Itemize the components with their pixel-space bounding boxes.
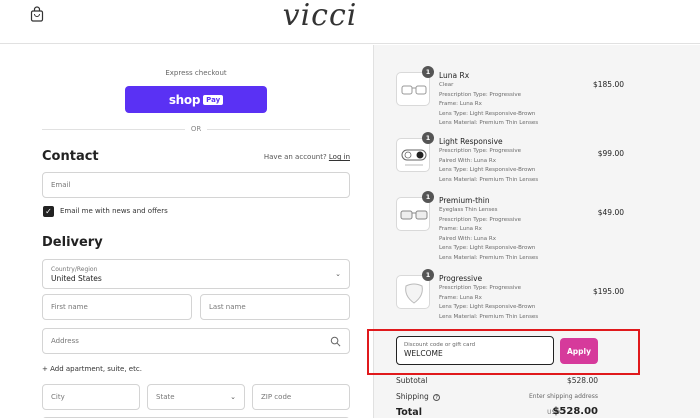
glasses-icon xyxy=(401,85,427,95)
subtotal-value: $528.00 xyxy=(566,376,598,385)
item-price: $49.00 xyxy=(597,208,624,217)
newsletter-checkbox[interactable]: ✓ xyxy=(43,206,54,217)
glasses-icon xyxy=(400,210,428,220)
discount-code-input[interactable]: Discount code or gift card WELCOME xyxy=(396,336,554,365)
express-checkout-label: Express checkout xyxy=(165,69,227,77)
delivery-title: Delivery xyxy=(42,235,103,250)
header: vicci xyxy=(0,0,700,44)
light-responsive-icon xyxy=(401,149,427,166)
contact-title: Contact xyxy=(42,149,99,164)
shop-pay-wordmark: shop xyxy=(168,92,201,107)
quantity-badge: 1 xyxy=(422,191,434,203)
item-option: Lens Type: Light Responsive-Brown xyxy=(439,110,536,117)
zip-placeholder: ZIP code xyxy=(261,393,292,401)
shop-pay-badge: Pay xyxy=(203,94,224,105)
newsletter-label: Email me with news and offers xyxy=(60,207,168,215)
login-link[interactable]: Log in xyxy=(329,153,350,161)
zip-field[interactable]: ZIP code xyxy=(252,384,350,410)
apply-button[interactable]: Apply xyxy=(560,338,598,364)
first-name-field[interactable]: First name xyxy=(42,294,192,320)
item-price: $99.00 xyxy=(597,149,624,158)
checkout-form: Express checkout shop Pay OR Contact Hav… xyxy=(0,45,373,418)
item-option: Lens Material: Premium Thin Lenses xyxy=(439,176,539,183)
shop-pay-button[interactable]: shop Pay xyxy=(125,86,267,113)
discount-value: WELCOME xyxy=(404,349,443,358)
city-placeholder: City xyxy=(51,393,65,401)
email-field[interactable]: Email xyxy=(42,172,350,198)
item-option: Frame: Luna Rx xyxy=(439,226,482,232)
info-icon[interactable]: ? xyxy=(433,393,441,401)
item-details: Light Responsive Prescription Type: Prog… xyxy=(439,136,599,185)
lens-icon xyxy=(405,283,423,304)
item-option: Lens Type: Light Responsive-Brown xyxy=(439,304,536,310)
quantity-badge: 1 xyxy=(422,269,434,281)
item-option: Lens Material: Premium Thin Lenses xyxy=(439,313,539,320)
last-name-placeholder: Last name xyxy=(209,303,246,311)
quantity-badge: 1 xyxy=(422,66,434,78)
address-field[interactable]: Address xyxy=(42,328,350,354)
state-select[interactable]: State ⌄ xyxy=(147,384,245,410)
item-name: Premium-thin xyxy=(439,196,490,205)
discount-label: Discount code or gift card xyxy=(404,342,476,348)
city-field[interactable]: City xyxy=(42,384,140,410)
country-value: United States xyxy=(51,273,102,283)
item-details: Progressive Prescription Type: Progressi… xyxy=(439,273,599,322)
address-placeholder: Address xyxy=(51,337,79,345)
chevron-down-icon: ⌄ xyxy=(335,270,341,278)
email-placeholder: Email xyxy=(51,181,71,189)
last-name-field[interactable]: Last name xyxy=(200,294,350,320)
total-amount: $528.00 xyxy=(552,406,598,417)
item-name: Light Responsive xyxy=(439,137,503,146)
item-name: Progressive xyxy=(439,274,483,283)
item-option: Frame: Luna Rx xyxy=(439,101,482,107)
state-placeholder: State xyxy=(156,393,175,401)
item-option: Paired With: Luna Rx xyxy=(439,235,496,242)
item-details: Luna Rx Clear Prescription Type: Progres… xyxy=(439,70,599,129)
shipping-label: Shipping xyxy=(396,392,429,401)
have-account-text: Have an account? Log in xyxy=(264,153,350,161)
add-apartment-link[interactable]: + Add apartment, suite, etc. xyxy=(42,365,142,373)
item-option: Lens Type: Light Responsive-Brown xyxy=(439,245,536,251)
subtotal-label: Subtotal xyxy=(396,376,428,385)
item-option: Lens Type: Light Responsive-Brown xyxy=(439,167,536,173)
item-details: Premium-thin Eyeglass Thin Lenses Prescr… xyxy=(439,195,599,263)
country-select[interactable]: Country/Region United States ⌄ xyxy=(42,259,350,289)
search-icon xyxy=(330,336,341,347)
shipping-value: Enter shipping address xyxy=(529,393,598,400)
total-label: Total xyxy=(396,407,422,418)
or-divider-label: OR xyxy=(185,125,207,133)
item-price: $185.00 xyxy=(592,80,624,89)
item-option: Prescription Type: Progressive xyxy=(439,91,522,98)
have-account-label: Have an account? xyxy=(263,153,327,161)
chevron-down-icon: ⌄ xyxy=(230,393,236,401)
first-name-placeholder: First name xyxy=(51,303,88,311)
item-option: Lens Material: Premium Thin Lenses xyxy=(439,120,539,126)
item-price: $195.00 xyxy=(592,287,624,296)
country-label: Country/Region xyxy=(51,265,98,273)
shipping-label-row: Shipping ? xyxy=(396,392,441,401)
item-option: Lens Material: Premium Thin Lenses xyxy=(439,254,539,261)
store-logo[interactable]: vicci xyxy=(0,0,640,33)
quantity-badge: 1 xyxy=(422,132,434,144)
